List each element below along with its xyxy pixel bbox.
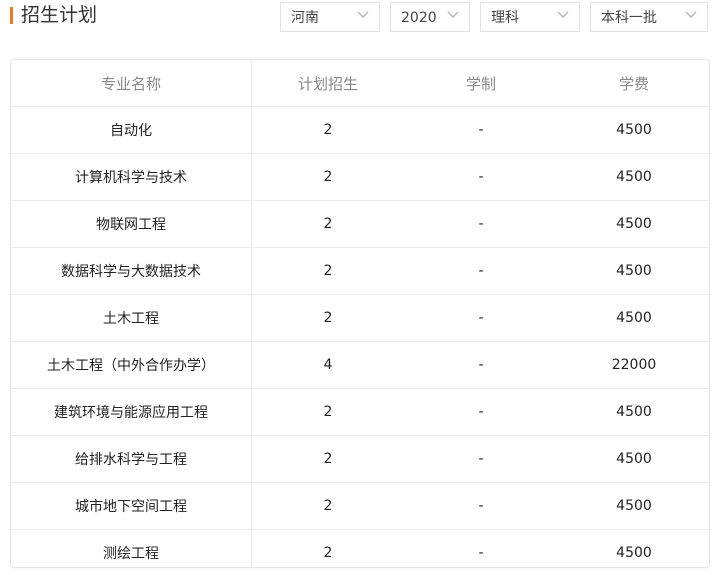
table-row: 城市地下空间工程 2 - 4500 — [11, 482, 709, 530]
table-row: 物联网工程 2 - 4500 — [11, 200, 709, 248]
planned-cell: 2 — [323, 451, 333, 467]
table-header-row: 专业名称 计划招生 学制 学费 — [11, 60, 709, 107]
tuition-cell: 4500 — [616, 498, 652, 514]
province-value: 河南 — [291, 10, 319, 26]
duration-cell: - — [478, 451, 484, 467]
tuition-cell: 4500 — [616, 451, 652, 467]
planned-cell: 2 — [323, 122, 333, 138]
planned-cell: 2 — [323, 310, 333, 326]
planned-cell: 2 — [323, 263, 333, 279]
table-row: 给排水科学与工程 2 - 4500 — [11, 435, 709, 483]
column-header-tuition: 学费 — [618, 74, 649, 93]
duration-cell: - — [478, 216, 484, 232]
planned-cell: 2 — [323, 404, 333, 420]
planned-cell: 2 — [323, 545, 333, 561]
filter-bar: 河南 2020 理科 本科一批 — [0, 2, 718, 34]
column-header-major: 专业名称 — [11, 60, 252, 107]
planned-cell: 4 — [323, 357, 333, 373]
duration-cell: - — [478, 122, 484, 138]
table-row: 土木工程（中外合作办学） 4 - 22000 — [11, 341, 709, 389]
major-cell: 建筑环境与能源应用工程 — [11, 388, 252, 436]
major-cell: 给排水科学与工程 — [11, 435, 252, 483]
table-row: 土木工程 2 - 4500 — [11, 294, 709, 342]
batch-value: 本科一批 — [601, 10, 657, 26]
duration-cell: - — [478, 310, 484, 326]
table-row: 数据科学与大数据技术 2 - 4500 — [11, 247, 709, 295]
table-row: 计算机科学与技术 2 - 4500 — [11, 153, 709, 201]
table-row: 建筑环境与能源应用工程 2 - 4500 — [11, 388, 709, 436]
major-cell: 物联网工程 — [11, 200, 252, 248]
subject-select[interactable]: 理科 — [480, 2, 580, 32]
duration-cell: - — [478, 404, 484, 420]
duration-cell: - — [478, 498, 484, 514]
major-cell: 测绘工程 — [11, 529, 252, 567]
enrollment-plan-table: 专业名称 计划招生 学制 学费 自动化 2-4500 计算机科学与技术 2-4500 物… — [10, 59, 710, 568]
province-select[interactable]: 河南 — [280, 2, 380, 32]
major-cell: 土木工程（中外合作办学） — [11, 341, 252, 389]
duration-cell: - — [478, 263, 484, 279]
tuition-cell: 4500 — [616, 545, 652, 561]
planned-cell: 2 — [323, 169, 333, 185]
major-cell: 自动化 — [11, 106, 252, 154]
duration-cell: - — [478, 545, 484, 561]
subject-value: 理科 — [491, 10, 519, 26]
duration-cell: - — [478, 357, 484, 373]
planned-cell: 2 — [323, 498, 333, 514]
major-cell: 计算机科学与技术 — [11, 153, 252, 201]
column-header-planned: 计划招生 — [297, 74, 358, 93]
year-select[interactable]: 2020 — [390, 2, 470, 32]
table-row: 测绘工程 2 - 4500 — [11, 529, 709, 567]
chevron-down-icon — [357, 11, 369, 18]
duration-cell: - — [478, 169, 484, 185]
chevron-down-icon — [447, 11, 459, 18]
page-header: 招生计划 河南 2020 理科 本科一批 — [0, 0, 718, 58]
major-cell: 城市地下空间工程 — [11, 482, 252, 530]
tuition-cell: 4500 — [616, 310, 652, 326]
major-cell: 土木工程 — [11, 294, 252, 342]
tuition-cell: 4500 — [616, 404, 652, 420]
tuition-cell: 4500 — [616, 263, 652, 279]
table-row: 自动化 2 - 4500 — [11, 106, 709, 154]
chevron-down-icon — [557, 11, 569, 18]
tuition-cell: 4500 — [616, 216, 652, 232]
chevron-down-icon — [685, 11, 697, 18]
year-value: 2020 — [401, 10, 437, 26]
tuition-cell: 4500 — [616, 122, 652, 138]
batch-select[interactable]: 本科一批 — [590, 2, 708, 32]
planned-cell: 2 — [323, 216, 333, 232]
tuition-cell: 4500 — [616, 169, 652, 185]
major-cell: 数据科学与大数据技术 — [11, 247, 252, 295]
column-header-duration: 学制 — [465, 74, 496, 93]
tuition-cell: 22000 — [611, 357, 657, 373]
